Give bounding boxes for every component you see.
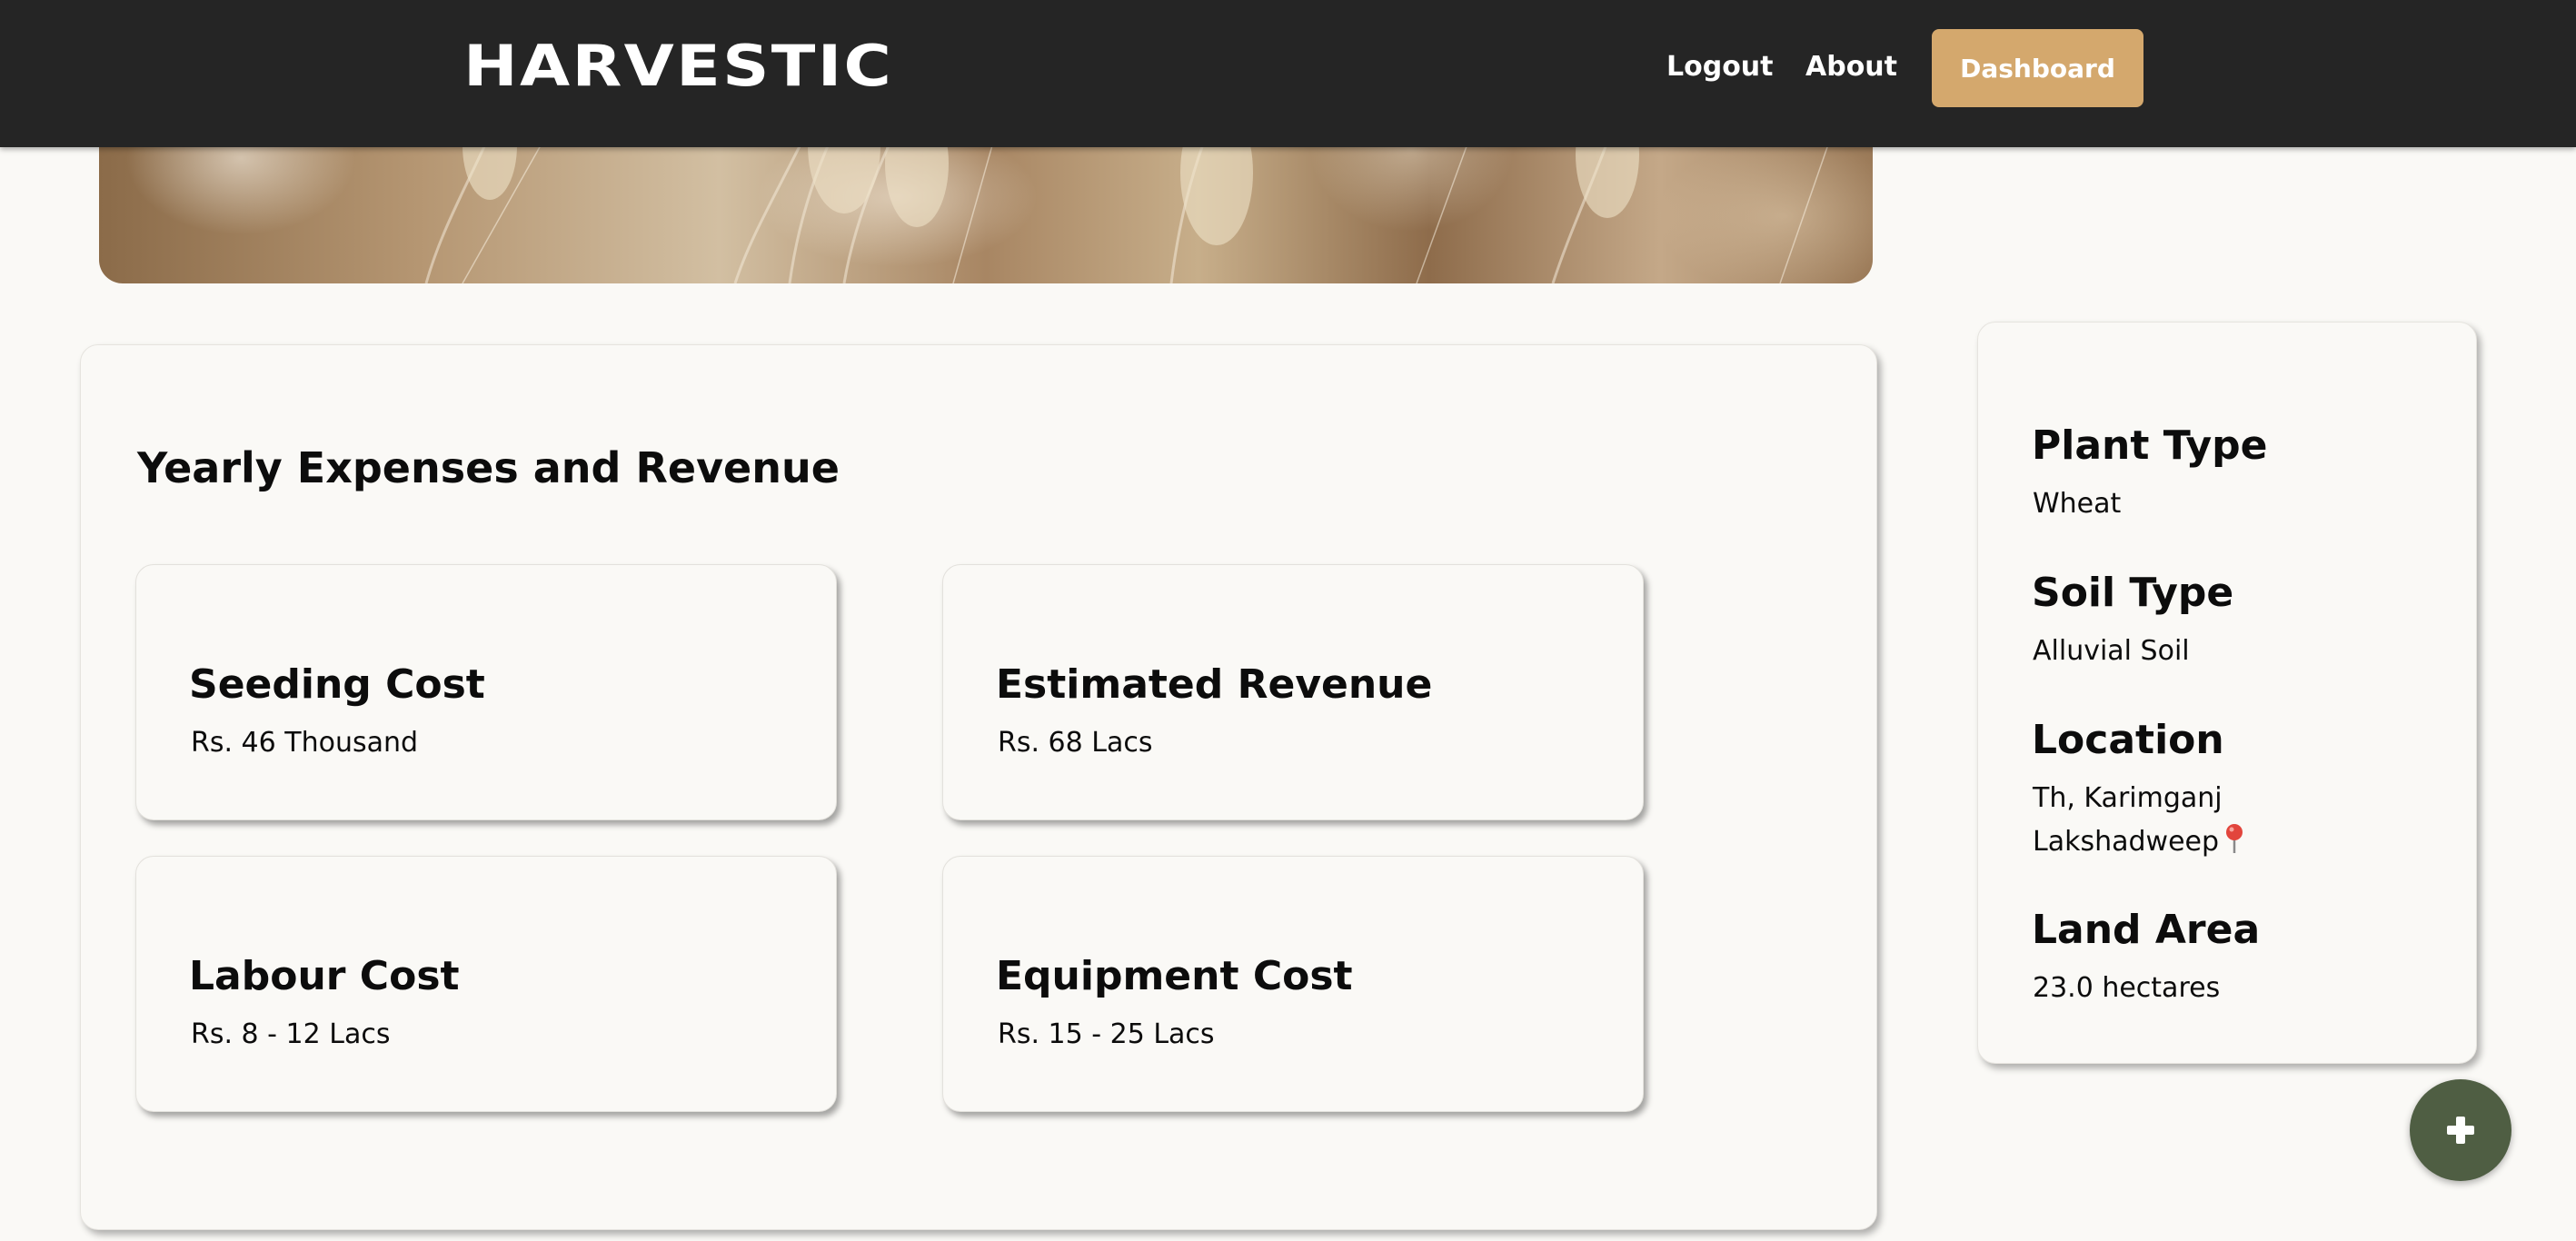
- land-area-label: Land Area: [2032, 907, 2261, 953]
- top-navbar: HARVESTIC Logout About Dashboard: [0, 0, 2576, 147]
- add-button[interactable]: [2410, 1079, 2511, 1181]
- card-title: Estimated Revenue: [996, 661, 1433, 708]
- brand-logo[interactable]: HARVESTIC: [463, 33, 893, 99]
- farm-info-panel: Plant Type Wheat Soil Type Alluvial Soil…: [1977, 322, 2477, 1064]
- logout-link[interactable]: Logout: [1666, 51, 1774, 83]
- location-label: Location: [2032, 717, 2224, 763]
- land-area-value: 23.0 hectares: [2033, 972, 2221, 1004]
- map-pin-icon: [2224, 823, 2244, 854]
- card-value: Rs. 68 Lacs: [998, 727, 1153, 759]
- location-line-1: Th, Karimganj: [2033, 782, 2223, 814]
- panel-title: Yearly Expenses and Revenue: [137, 443, 840, 492]
- card-value: Rs. 46 Thousand: [191, 727, 419, 759]
- seeding-cost-card: Seeding Cost Rs. 46 Thousand: [135, 564, 837, 820]
- card-title: Labour Cost: [189, 953, 460, 999]
- dashboard-button[interactable]: Dashboard: [1932, 29, 2143, 107]
- card-title: Equipment Cost: [996, 953, 1353, 999]
- estimated-revenue-card: Estimated Revenue Rs. 68 Lacs: [942, 564, 1644, 820]
- expenses-revenue-panel: Yearly Expenses and Revenue Seeding Cost…: [80, 344, 1877, 1230]
- plant-type-label: Plant Type: [2032, 422, 2268, 469]
- card-value: Rs. 8 - 12 Lacs: [191, 1018, 391, 1050]
- soil-type-value: Alluvial Soil: [2033, 635, 2190, 667]
- location-value: Th, Karimganj Lakshadweep: [2033, 777, 2244, 864]
- plant-type-value: Wheat: [2033, 488, 2122, 520]
- card-title: Seeding Cost: [189, 661, 485, 708]
- soil-type-label: Soil Type: [2032, 570, 2234, 616]
- location-line-2: Lakshadweep: [2033, 820, 2244, 864]
- location-line-2-text: Lakshadweep: [2033, 826, 2220, 858]
- card-value: Rs. 15 - 25 Lacs: [998, 1018, 1215, 1050]
- equipment-cost-card: Equipment Cost Rs. 15 - 25 Lacs: [942, 856, 1644, 1112]
- labour-cost-card: Labour Cost Rs. 8 - 12 Lacs: [135, 856, 837, 1112]
- about-link[interactable]: About: [1805, 51, 1897, 83]
- plus-icon: [2447, 1117, 2474, 1144]
